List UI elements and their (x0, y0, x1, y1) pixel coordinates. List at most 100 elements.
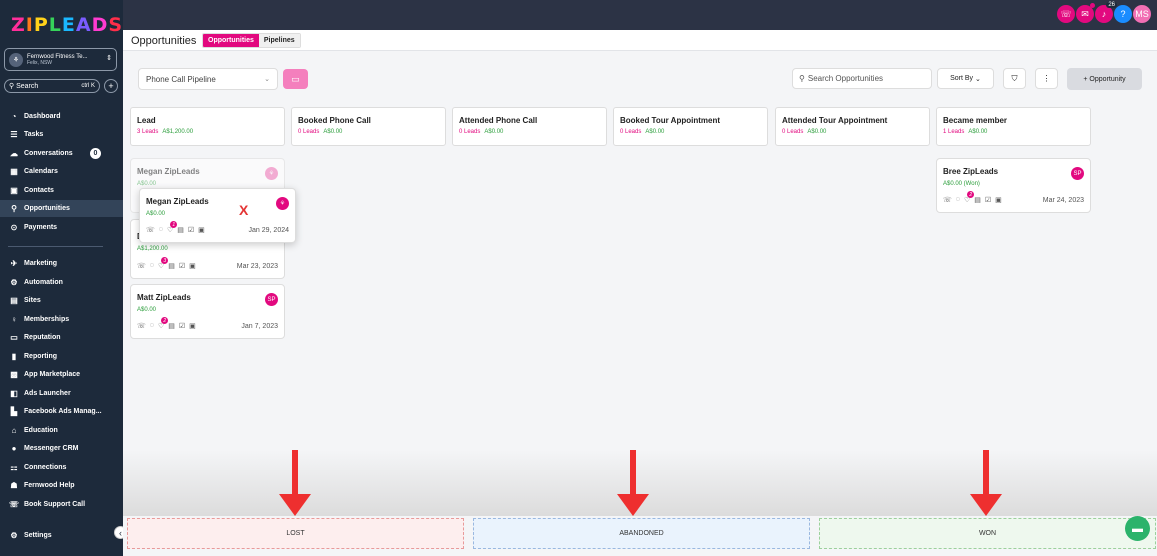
sidebar-item-memberships[interactable]: ♀ Memberships (0, 311, 123, 328)
document-icon[interactable]: ▤ (168, 262, 175, 270)
stage-amount: A$1,200.00 (162, 129, 194, 135)
card-avatar-icon: ⚘ (265, 167, 278, 180)
sidebar-item-sites[interactable]: ▤ Sites (0, 292, 123, 309)
sidebar-item-automation[interactable]: ⚙ Automation (0, 274, 123, 291)
message-icon[interactable]: ◌ (956, 196, 960, 204)
checkbox-icon[interactable]: ☑ (188, 226, 194, 234)
message-icon[interactable]: ◌ (150, 322, 154, 330)
pipeline-view-button[interactable]: ▭ (283, 69, 308, 89)
drop-zone-abandoned[interactable]: ABANDONED (473, 518, 810, 549)
card-amount: A$1,200.00 (137, 246, 168, 252)
plus-icon: + (1083, 75, 1088, 83)
card-badge: 2 (161, 317, 169, 324)
opportunity-card[interactable]: Matt ZipLeads A$0.00 SP ☏ ◌ ♡ 2 ▤ ☑ ▣ Jan 7, 2… (130, 284, 285, 339)
card-name: Bree ZipLeads (943, 167, 999, 176)
sidebar-item-messenger-crm[interactable]: ● Messenger CRM (0, 440, 123, 457)
more-options-button[interactable]: ⋮ (1035, 68, 1058, 89)
stage-name: Booked Phone Call (298, 116, 371, 125)
logo-letter: P (33, 14, 49, 36)
sidebar-item-reporting[interactable]: ▮ Reporting (0, 348, 123, 365)
pipeline-select[interactable]: Phone Call Pipeline ⌄ (138, 68, 278, 90)
sidebar-item-label: Education (24, 427, 58, 434)
top-bar: ☏ ✉ ♪ 26 ? MS (123, 0, 1157, 30)
calendar-icon[interactable]: ▣ (189, 322, 196, 330)
stage-summary: 3 Leads A$1,200.00 (137, 129, 278, 135)
document-icon[interactable]: ▤ (974, 196, 981, 204)
checkbox-icon[interactable]: ☑ (179, 322, 185, 330)
sidebar-item-contacts[interactable]: ▣ Contacts (0, 182, 123, 199)
checkbox-icon[interactable]: ☑ (985, 196, 991, 204)
sidebar-item-fernwood-help[interactable]: ☗ Fernwood Help (0, 477, 123, 494)
checkbox-icon[interactable]: ☑ (179, 262, 185, 270)
sidebar-item-marketing[interactable]: ✈ Marketing (0, 255, 123, 272)
sidebar-item-tasks[interactable]: ☰ Tasks (0, 126, 123, 143)
sort-by-button[interactable]: Sort By ⌄ (937, 68, 994, 89)
quick-add-button[interactable]: + (104, 79, 118, 93)
user-avatar[interactable]: MS (1133, 5, 1151, 23)
heart-icon[interactable]: ♡ 3 (158, 257, 169, 270)
calendar-icon[interactable]: ▣ (995, 196, 1002, 204)
message-icon[interactable]: ◌ (159, 226, 163, 234)
stage-amount: A$0.00 (484, 129, 504, 135)
sidebar-item-label: App Marketplace (24, 371, 81, 378)
bell-icon[interactable]: ♪ 26 (1095, 2, 1117, 23)
help-icon[interactable]: ? (1114, 5, 1132, 23)
sidebar-item-dashboard[interactable]: ◔ Dashboard (0, 108, 123, 125)
sort-label: Sort By (950, 75, 974, 82)
sidebar-item-education[interactable]: ⌂ Education (0, 422, 123, 439)
phone-icon[interactable]: ☏ (1057, 5, 1075, 23)
card-badge: 2 (967, 191, 975, 198)
sidebar-item-connections[interactable]: ⚏ Connections (0, 459, 123, 476)
stage-lead-count: 0 Leads (459, 129, 481, 135)
tab-opportunities[interactable]: Opportunities (203, 34, 259, 47)
sidebar-item-settings[interactable]: ⚙ Settings (0, 527, 123, 544)
search-opportunities-input[interactable]: ⚲ Search Opportunities (792, 68, 932, 89)
sidebar-item-calendars[interactable]: ▦ Calendars (0, 163, 123, 180)
message-icon[interactable]: ◌ (150, 262, 154, 270)
stage-column-header: Became member 1 Leads A$0.00 (936, 107, 1091, 146)
search-label: Search (16, 82, 39, 90)
stage-name: Attended Phone Call (459, 116, 538, 125)
automation-icon: ⚙ (10, 278, 18, 287)
megaphone-icon[interactable]: ✉ (1076, 3, 1095, 23)
filter-button[interactable]: ⛉ (1003, 68, 1026, 89)
filter-icon: ⛉ (1011, 73, 1018, 83)
calendar-icon[interactable]: ▣ (189, 262, 196, 270)
sidebar-search[interactable]: ⚲ Search ctrl K (4, 79, 100, 93)
heart-icon[interactable]: ♡ 2 (158, 317, 169, 330)
sidebar-item-reputation[interactable]: ▭ Reputation (0, 329, 123, 346)
phone-icon[interactable]: ☏ (137, 262, 146, 270)
sidebar-item-facebook-ads-manag[interactable]: ▙ Facebook Ads Manag... (0, 403, 123, 420)
phone-icon[interactable]: ☏ (943, 196, 952, 204)
phone-icon[interactable]: ☏ (137, 322, 146, 330)
stage-column-header: Lead 3 Leads A$1,200.00 (130, 107, 285, 146)
sidebar-item-label: Calendars (24, 168, 58, 175)
card-name: Megan ZipLeads (137, 167, 200, 176)
heart-icon[interactable]: ♡ 1 (167, 221, 178, 234)
sidebar-item-label: Reputation (24, 334, 61, 341)
location-switcher[interactable]: ⚘ Fernwood Fitness Te... Felix, NSW ⇕ (4, 48, 117, 71)
messenger-icon: ● (11, 444, 17, 453)
sidebar-item-payments[interactable]: ⊙ Payments (0, 219, 123, 236)
stage-lead-count: 3 Leads (137, 129, 159, 135)
document-icon[interactable]: ▤ (177, 226, 184, 234)
sidebar-item-book-support-call[interactable]: ☏ Book Support Call (0, 496, 123, 513)
tab-pipelines[interactable]: Pipelines (258, 34, 300, 47)
chat-widget-button[interactable]: ▬ (1125, 516, 1150, 541)
opportunity-card-dragging[interactable]: Megan ZipLeads A$0.00 ⚘ ☏ ◌ ♡ 1 ▤ ☑ ▣ Jan 29, … (139, 188, 296, 243)
stage-lead-count: 0 Leads (782, 129, 804, 135)
phone-icon[interactable]: ☏ (146, 226, 155, 234)
payments-icon: ⊙ (10, 223, 18, 232)
opportunity-card[interactable]: Bree ZipLeads A$0.00 (Won) SP ☏ ◌ ♡ 2 ▤ ☑ ▣ Ma… (936, 158, 1091, 213)
sidebar-item-ads-launcher[interactable]: ◧ Ads Launcher (0, 385, 123, 402)
sidebar-item-app-marketplace[interactable]: ▩ App Marketplace (0, 366, 123, 383)
sidebar-item-opportunities[interactable]: ⚲ Opportunities (0, 200, 123, 217)
stage-name: Attended Tour Appointment (782, 116, 888, 125)
add-opportunity-button[interactable]: + Opportunity (1067, 68, 1142, 90)
calendar-icon[interactable]: ▣ (198, 226, 205, 234)
drop-zone-won[interactable]: WON (819, 518, 1156, 549)
drop-zone-lost[interactable]: LOST (127, 518, 464, 549)
sidebar-item-conversations[interactable]: ☁ Conversations 0 (0, 145, 123, 162)
document-icon[interactable]: ▤ (168, 322, 175, 330)
heart-icon[interactable]: ♡ 2 (964, 191, 975, 204)
